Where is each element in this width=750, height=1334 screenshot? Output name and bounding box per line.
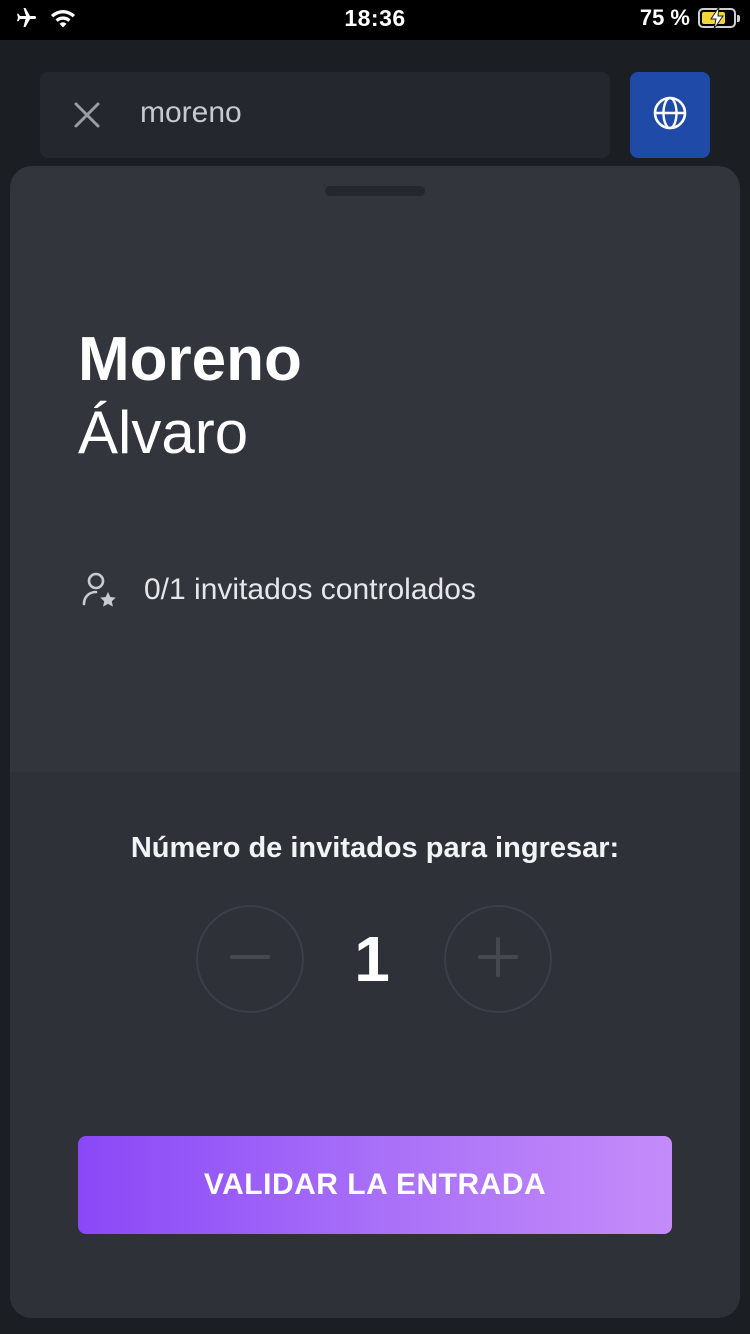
lightning-icon (710, 7, 724, 29)
language-button[interactable] (630, 72, 710, 158)
plus-icon (478, 936, 518, 982)
invited-status-row: 0/1 invitados controlados (80, 570, 476, 610)
status-right: 75 % (639, 5, 740, 31)
sheet-drag-handle[interactable] (325, 186, 425, 196)
status-time: 18:36 (344, 5, 406, 31)
invited-status-text: 0/1 invitados controlados (144, 573, 476, 606)
status-bar: 18:36 75 % (0, 0, 750, 40)
close-icon[interactable] (72, 100, 102, 130)
increment-button[interactable] (444, 905, 552, 1013)
decrement-button[interactable] (196, 905, 304, 1013)
validate-entry-button[interactable]: VALIDAR LA ENTRADA (78, 1136, 672, 1234)
guest-count-label: Número de invitados para ingresar: (130, 832, 620, 864)
battery-percent: 75 % (639, 5, 690, 30)
search-field[interactable] (40, 72, 610, 158)
guest-count-value: 1 (354, 923, 390, 995)
search-input-value[interactable]: moreno (140, 96, 242, 130)
app-screen: 18:36 75 % moreno Moreno Álvaro 0/1 invi… (0, 0, 750, 1334)
minus-icon (230, 937, 270, 982)
user-star-icon (80, 570, 120, 610)
guest-detail-sheet: Moreno Álvaro 0/1 invitados controlados … (10, 166, 740, 1318)
battery-charging-icon (698, 7, 740, 29)
globe-icon (652, 95, 688, 136)
guest-last-name: Moreno (78, 325, 302, 394)
battery-cap (737, 15, 740, 22)
guest-first-name: Álvaro (78, 399, 249, 466)
